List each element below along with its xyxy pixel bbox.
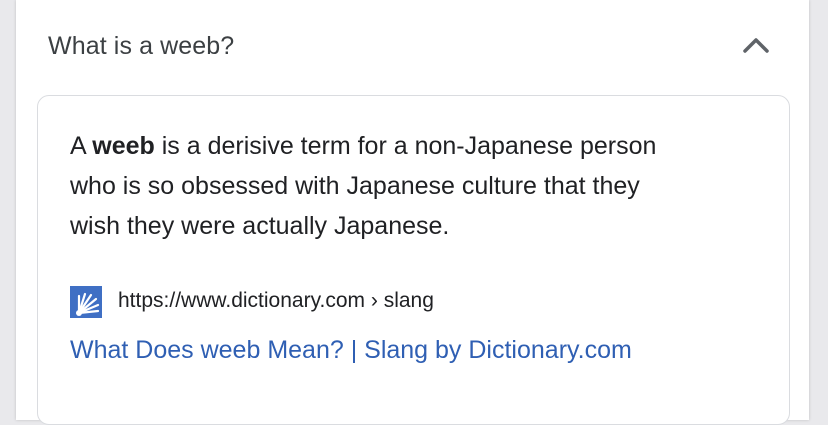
answer-line1-rest: is a derisive term for a non-Japanese pe… [154,132,657,160]
answer-term: weeb [92,132,155,160]
answer-line-3: wish they were actually Japanese. [70,212,450,240]
source-url: https://www.dictionary.com › slang [118,289,434,313]
answer-line-1: A weeb is a derisive term for a non-Japa… [70,126,770,166]
source-row[interactable]: https://www.dictionary.com › slang [70,286,770,318]
faq-question-row[interactable]: What is a weeb? [16,14,809,80]
source-domain: https://www.dictionary.com [118,289,366,312]
dictionary-favicon-icon [70,286,102,318]
chevron-up-icon[interactable] [740,32,772,58]
source-link-title[interactable]: What Does weeb Mean? | Slang by Dictiona… [70,336,632,365]
faq-question: What is a weeb? [48,32,235,60]
answer-prefix: A [70,132,93,160]
breadcrumb-separator: › [365,289,384,312]
answer-panel: A weeb is a derisive term for a non-Japa… [37,95,790,425]
answer-text: A weeb is a derisive term for a non-Japa… [70,126,770,246]
faq-card: What is a weeb? A weeb is a derisive ter… [16,0,809,425]
source-path: slang [383,289,434,312]
answer-line-2: who is so obsessed with Japanese culture… [70,172,640,200]
